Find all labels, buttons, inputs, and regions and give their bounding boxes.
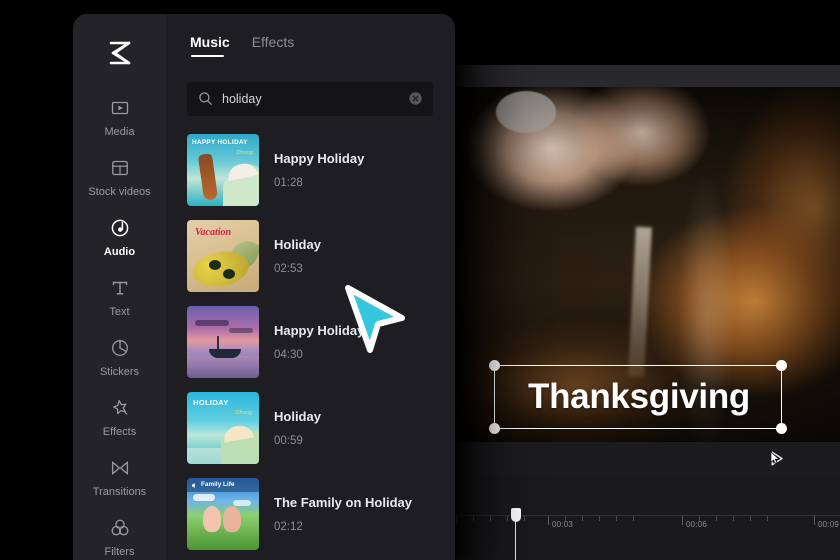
thumb-title-text: Family Life: [201, 481, 235, 488]
sidebar-item-label: Audio: [103, 246, 136, 258]
audio-content-column: Music Effects holiday HAPPY HOLIDAY Dhon…: [166, 14, 455, 560]
sidebar-item-label: Stock videos: [88, 186, 151, 198]
audio-note-icon: [111, 219, 128, 237]
thumb-sub-text: Dhong: [235, 410, 252, 416]
sidebar-item-label: Text: [109, 306, 130, 318]
track-title: Holiday: [274, 409, 321, 424]
sidebar-item-stickers[interactable]: Stickers: [73, 328, 166, 388]
arrow-cursor-icon: [770, 451, 780, 464]
effects-sparkle-icon: [112, 399, 127, 415]
timeline-tick-label: 00:06: [686, 520, 708, 529]
sidebar-item-label: Effects: [102, 426, 137, 438]
track-title: The Family on Holiday: [274, 495, 412, 510]
list-item[interactable]: Family Life The Family on Holiday 02:12: [166, 471, 455, 557]
track-duration: 02:53: [274, 263, 303, 275]
resize-handle-bottom-left[interactable]: [489, 423, 500, 434]
stickers-icon: [111, 340, 128, 356]
search-input[interactable]: holiday: [187, 82, 433, 116]
sidebar-item-effects[interactable]: Effects: [73, 388, 166, 448]
thumb-title-text: Vacation: [195, 227, 232, 238]
clear-circle-icon[interactable]: [408, 91, 423, 106]
sidebar-item-audio[interactable]: Audio: [73, 208, 166, 268]
list-item[interactable]: Vacation Holiday 02:53: [166, 213, 455, 299]
sidebar-item-filters[interactable]: Filters: [73, 508, 166, 560]
track-title: Happy Holiday: [274, 151, 365, 166]
track-duration: 01:28: [274, 177, 303, 189]
track-thumbnail: HOLIDAY Dhong: [187, 392, 259, 464]
list-item[interactable]: HAPPY HOLIDAY Dhong Happy Holiday 01:28: [166, 127, 455, 213]
capcut-logo-icon[interactable]: [106, 40, 134, 66]
sidebar-item-label: Media: [104, 126, 135, 138]
sidebar-item-label: Filters: [104, 546, 135, 558]
resize-handle-top-left[interactable]: [489, 360, 500, 371]
overlay-text[interactable]: Thanksgiving: [508, 371, 770, 423]
music-result-list[interactable]: HAPPY HOLIDAY Dhong Happy Holiday 01:28 …: [166, 127, 455, 560]
speaker-icon: [192, 482, 195, 488]
editor-toolbar: [456, 65, 840, 87]
timeline[interactable]: 00:03 00:06 00:09: [456, 475, 840, 560]
preview-control-bar: [456, 442, 840, 476]
text-icon: [112, 281, 127, 295]
cursor-pointer-icon: [345, 285, 405, 353]
video-editor-window: Thanksgiving 00:03 00:06 00:09: [456, 65, 840, 560]
stock-videos-icon: [111, 160, 128, 176]
panel-tabs: Music Effects: [190, 34, 294, 57]
sidebar-item-media[interactable]: Media: [73, 88, 166, 148]
track-duration: 02:12: [274, 521, 303, 533]
tab-music[interactable]: Music: [190, 34, 230, 57]
track-thumbnail: Family Life: [187, 478, 259, 550]
transitions-icon: [111, 461, 128, 475]
tab-effects[interactable]: Effects: [252, 34, 295, 57]
track-thumbnail: [187, 306, 259, 378]
timeline-tick-label: 00:09: [818, 520, 840, 529]
thumb-title-text: HAPPY HOLIDAY: [192, 139, 248, 146]
sidebar-item-text[interactable]: Text: [73, 268, 166, 328]
track-thumbnail: HAPPY HOLIDAY Dhong: [187, 134, 259, 206]
sidebar-item-transitions[interactable]: Transitions: [73, 448, 166, 508]
tool-rail: Media Stock videos Audio Text Stickers E…: [73, 14, 167, 560]
playhead[interactable]: [510, 508, 521, 560]
media-icon: [111, 101, 128, 115]
filters-icon: [111, 519, 128, 536]
sidebar-item-stock-videos[interactable]: Stock videos: [73, 148, 166, 208]
search-icon: [199, 92, 212, 105]
list-item[interactable]: Happy Holiday 04:30: [166, 299, 455, 385]
thumb-title-text: HOLIDAY: [193, 398, 229, 407]
list-item[interactable]: HOLIDAY Dhong Holiday 00:59: [166, 385, 455, 471]
resize-handle-bottom-right[interactable]: [776, 423, 787, 434]
thumb-sub-text: Dhong: [236, 150, 253, 156]
sidebar-item-label: Transitions: [92, 486, 147, 498]
playhead-handle-icon[interactable]: [510, 508, 521, 522]
screenshot-root: Thanksgiving 00:03 00:06 00:09 Media Sto…: [0, 0, 840, 560]
timeline-tick-label: 00:03: [552, 520, 574, 529]
track-duration: 00:59: [274, 435, 303, 447]
video-preview[interactable]: Thanksgiving: [456, 87, 840, 442]
track-thumbnail: Vacation: [187, 220, 259, 292]
search-input-value: holiday: [222, 92, 262, 106]
sidebar-item-label: Stickers: [99, 366, 140, 378]
resize-handle-top-right[interactable]: [776, 360, 787, 371]
track-title: Holiday: [274, 237, 321, 252]
